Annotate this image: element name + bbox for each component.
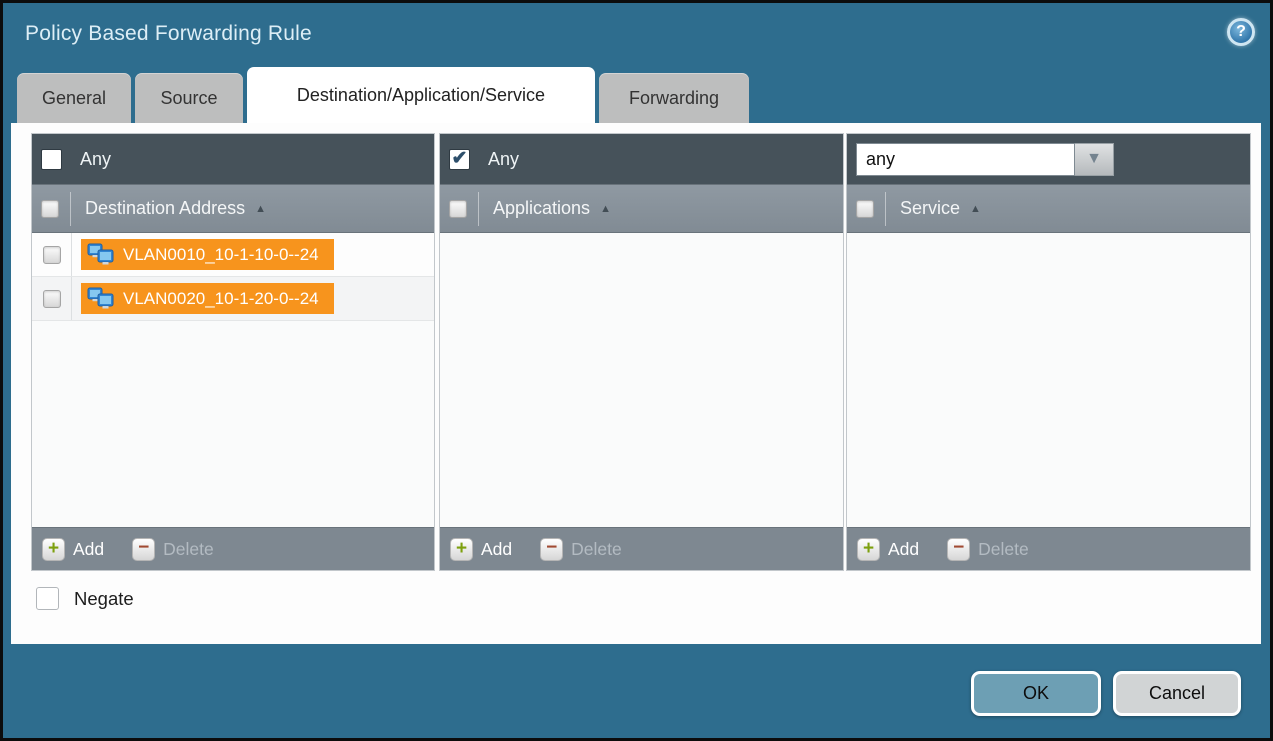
address-object-icon <box>87 243 115 266</box>
service-type-dropdown: any ▼ <box>856 143 1114 176</box>
service-select-all-checkbox[interactable] <box>856 200 874 218</box>
sort-ascending-icon: ▲ <box>600 203 611 215</box>
cancel-button[interactable]: Cancel <box>1113 671 1241 716</box>
chevron-down-icon: ▼ <box>1086 151 1102 167</box>
destination-list-item[interactable]: VLAN0020_10-1-20-0--24 <box>32 277 434 321</box>
service-panel-toolbar: + Add − Delete <box>847 527 1250 570</box>
destination-panel-toolbar: + Add − Delete <box>32 527 434 570</box>
address-object-chip[interactable]: VLAN0020_10-1-20-0--24 <box>81 283 334 314</box>
service-delete-button[interactable]: − Delete <box>947 538 1029 561</box>
service-panel: any ▼ Service ▲ + Add − <box>846 133 1251 571</box>
address-object-label: VLAN0010_10-1-10-0--24 <box>123 245 319 265</box>
tab-general[interactable]: General <box>17 73 131 123</box>
destination-add-button[interactable]: + Add <box>42 538 104 561</box>
address-object-chip[interactable]: VLAN0010_10-1-10-0--24 <box>81 239 334 270</box>
service-column-label: Service <box>900 198 960 219</box>
negate-checkbox[interactable] <box>36 587 59 610</box>
destination-address-list: VLAN0010_10-1-10-0--24 <box>32 233 434 527</box>
row-checkbox[interactable] <box>43 246 61 264</box>
service-type-dropdown-button[interactable]: ▼ <box>1075 143 1114 176</box>
check-icon: ✔ <box>452 149 468 168</box>
applications-panel: ✔ Any Applications ▲ + Add − Delete <box>439 133 844 571</box>
applications-list <box>440 233 843 527</box>
service-list <box>847 233 1250 527</box>
row-checkbox-cell <box>32 277 72 320</box>
tab-general-label: General <box>42 88 106 109</box>
applications-panel-toolbar: + Add − Delete <box>440 527 843 570</box>
add-icon: + <box>42 538 65 561</box>
negate-row: Negate <box>36 587 134 610</box>
tab-forwarding[interactable]: Forwarding <box>599 73 749 123</box>
ok-button[interactable]: OK <box>971 671 1101 716</box>
address-object-label: VLAN0020_10-1-20-0--24 <box>123 289 319 309</box>
tab-destination-application-service-label: Destination/Application/Service <box>297 85 545 106</box>
row-checkbox-cell <box>32 233 72 276</box>
delete-icon: − <box>132 538 155 561</box>
service-add-button[interactable]: + Add <box>857 538 919 561</box>
destination-any-label: Any <box>80 149 111 170</box>
tab-source-label: Source <box>160 88 217 109</box>
row-checkbox[interactable] <box>43 290 61 308</box>
delete-icon: − <box>540 538 563 561</box>
applications-column-label: Applications <box>493 198 590 219</box>
divider <box>478 192 479 226</box>
destination-select-all-checkbox[interactable] <box>41 200 59 218</box>
help-icon[interactable]: ? <box>1227 18 1255 46</box>
service-dropdown-row: any ▼ <box>847 134 1250 184</box>
divider <box>885 192 886 226</box>
applications-delete-button[interactable]: − Delete <box>540 538 622 561</box>
sort-ascending-icon: ▲ <box>255 203 266 215</box>
divider <box>70 192 71 226</box>
destination-address-column-header[interactable]: Destination Address ▲ <box>32 184 434 233</box>
destination-any-row: Any <box>32 134 434 184</box>
tab-source[interactable]: Source <box>135 73 243 123</box>
add-icon: + <box>450 538 473 561</box>
destination-delete-button[interactable]: − Delete <box>132 538 214 561</box>
applications-column-header[interactable]: Applications ▲ <box>440 184 843 233</box>
negate-label: Negate <box>74 588 134 610</box>
service-type-dropdown-value[interactable]: any <box>856 143 1075 176</box>
tab-destination-application-service[interactable]: Destination/Application/Service <box>247 67 595 123</box>
destination-address-column-label: Destination Address <box>85 198 245 219</box>
applications-add-button[interactable]: + Add <box>450 538 512 561</box>
tab-forwarding-label: Forwarding <box>629 88 719 109</box>
destination-list-item[interactable]: VLAN0010_10-1-10-0--24 <box>32 233 434 277</box>
destination-address-panel: Any Destination Address ▲ <box>31 133 435 571</box>
applications-select-all-checkbox[interactable] <box>449 200 467 218</box>
policy-based-forwarding-dialog: Policy Based Forwarding Rule ? General S… <box>0 0 1273 741</box>
page-title: Policy Based Forwarding Rule <box>25 22 312 46</box>
address-object-icon <box>87 287 115 310</box>
destination-any-checkbox[interactable] <box>41 149 62 170</box>
applications-any-checkbox[interactable]: ✔ <box>449 149 470 170</box>
applications-any-row: ✔ Any <box>440 134 843 184</box>
service-column-header[interactable]: Service ▲ <box>847 184 1250 233</box>
add-icon: + <box>857 538 880 561</box>
sort-ascending-icon: ▲ <box>970 203 981 215</box>
applications-any-label: Any <box>488 149 519 170</box>
tab-content-area: Any Destination Address ▲ <box>11 123 1261 644</box>
delete-icon: − <box>947 538 970 561</box>
